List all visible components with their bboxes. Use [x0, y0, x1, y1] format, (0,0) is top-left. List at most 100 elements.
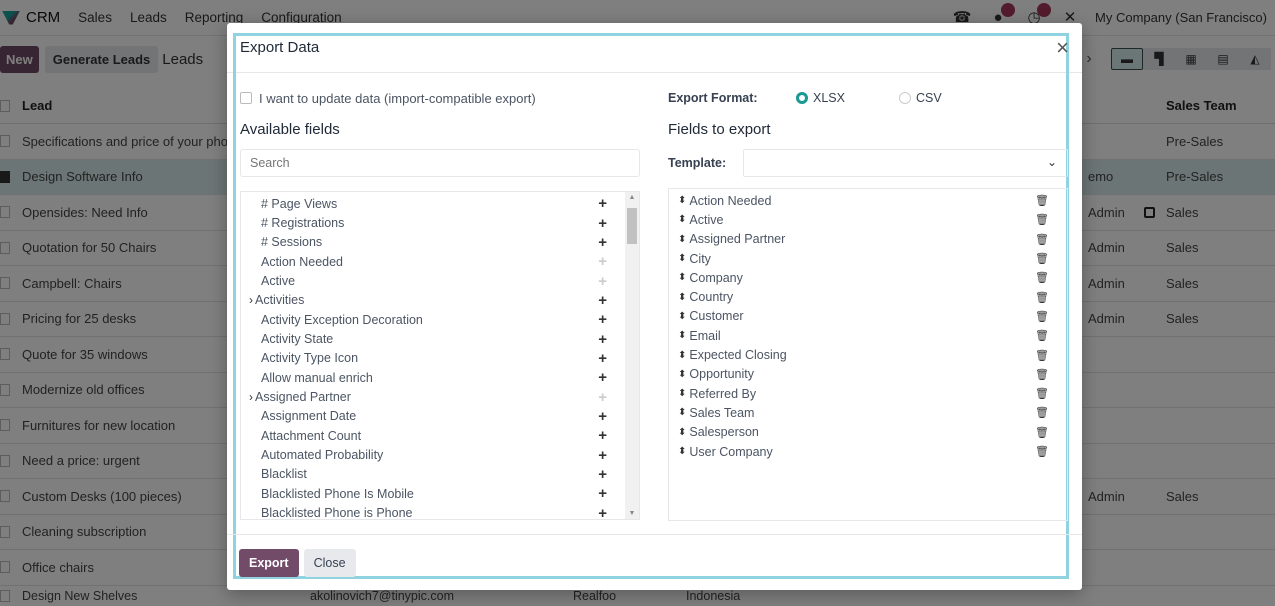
field-label: Activity State [261, 332, 334, 347]
scrollbar[interactable]: ▲ ▼ [625, 192, 639, 519]
drag-handle-icon[interactable]: ⬍ [678, 427, 686, 438]
available-field-item[interactable]: Active + [241, 271, 625, 290]
trash-icon[interactable]: 🗑 [1035, 406, 1049, 419]
trash-icon[interactable]: 🗑 [1035, 213, 1049, 226]
drag-handle-icon[interactable]: ⬍ [678, 350, 686, 361]
add-field-icon[interactable]: + [598, 485, 607, 502]
add-field-icon[interactable]: + [598, 292, 607, 309]
trash-icon[interactable]: 🗑 [1035, 329, 1049, 342]
export-field-item[interactable]: ⬍ Active 🗑 [669, 210, 1067, 229]
available-field-item[interactable]: Assignment Date + [241, 407, 625, 426]
add-field-icon[interactable]: + [598, 215, 607, 232]
export-field-item[interactable]: ⬍ Email 🗑 [669, 326, 1067, 345]
trash-icon[interactable]: 🗑 [1035, 445, 1049, 458]
available-field-item[interactable]: Action Needed + [241, 252, 625, 271]
available-field-item[interactable]: # Registrations + [241, 213, 625, 232]
available-field-item[interactable]: Attachment Count + [241, 426, 625, 445]
scroll-up-icon[interactable]: ▲ [625, 194, 639, 201]
add-field-icon[interactable]: + [598, 427, 607, 444]
add-field-icon[interactable]: + [598, 447, 607, 464]
dialog-title: Export Data [240, 39, 320, 56]
drag-handle-icon[interactable]: ⬍ [678, 311, 686, 322]
available-field-item[interactable]: Blacklisted Phone Is Mobile + [241, 484, 625, 503]
export-field-item[interactable]: ⬍ Customer 🗑 [669, 307, 1067, 326]
drag-handle-icon[interactable]: ⬍ [678, 330, 686, 341]
template-select[interactable]: ⌄ [743, 149, 1068, 177]
available-field-item[interactable]: › Activities + [241, 291, 625, 310]
export-field-item[interactable]: ⬍ Country 🗑 [669, 287, 1067, 306]
drag-handle-icon[interactable]: ⬍ [678, 388, 686, 399]
field-search-input[interactable] [240, 149, 640, 177]
import-compatible-option[interactable]: I want to update data (import-compatible… [240, 83, 640, 113]
available-field-item[interactable]: Blacklisted Phone is Phone + [241, 504, 625, 519]
trash-icon[interactable]: 🗑 [1035, 426, 1049, 439]
radio-selected-icon[interactable] [796, 92, 808, 104]
drag-handle-icon[interactable]: ⬍ [678, 195, 686, 206]
available-field-item[interactable]: # Sessions + [241, 233, 625, 252]
trash-icon[interactable]: 🗑 [1035, 291, 1049, 304]
export-field-item[interactable]: ⬍ Opportunity 🗑 [669, 365, 1067, 384]
available-field-item[interactable]: Activity State + [241, 329, 625, 348]
trash-icon[interactable]: 🗑 [1035, 310, 1049, 323]
trash-icon[interactable]: 🗑 [1035, 349, 1049, 362]
export-field-item[interactable]: ⬍ City 🗑 [669, 249, 1067, 268]
add-field-icon[interactable]: + [598, 234, 607, 251]
available-field-item[interactable]: Automated Probability + [241, 445, 625, 464]
field-label: Activity Exception Decoration [261, 312, 423, 327]
chevron-right-icon[interactable]: › [249, 390, 253, 404]
add-field-icon: + [598, 253, 607, 271]
export-field-item[interactable]: ⬍ User Company 🗑 [669, 442, 1067, 461]
add-field-icon[interactable]: + [598, 311, 607, 328]
format-xlsx-radio[interactable]: XLSX [796, 91, 845, 105]
available-field-item[interactable]: Activity Type Icon + [241, 349, 625, 368]
chevron-right-icon[interactable]: › [249, 293, 253, 307]
available-field-item[interactable]: Activity Exception Decoration + [241, 310, 625, 329]
drag-handle-icon[interactable]: ⬍ [678, 214, 686, 225]
close-icon[interactable]: × [1056, 37, 1069, 59]
add-field-icon[interactable]: + [598, 369, 607, 386]
scroll-down-icon[interactable]: ▼ [625, 510, 639, 517]
export-field-item[interactable]: ⬍ Expected Closing 🗑 [669, 345, 1067, 364]
field-label: City [689, 251, 711, 266]
field-label: Company [689, 270, 743, 285]
add-field-icon[interactable]: + [598, 466, 607, 483]
available-field-item[interactable]: › Assigned Partner + [241, 387, 625, 406]
add-field-icon[interactable]: + [598, 350, 607, 367]
format-xlsx-label: XLSX [813, 91, 845, 105]
drag-handle-icon[interactable]: ⬍ [678, 446, 686, 457]
field-label: Active [689, 212, 724, 227]
export-field-item[interactable]: ⬍ Salesperson 🗑 [669, 423, 1067, 442]
export-field-item[interactable]: ⬍ Sales Team 🗑 [669, 403, 1067, 422]
drag-handle-icon[interactable]: ⬍ [678, 292, 686, 303]
drag-handle-icon[interactable]: ⬍ [678, 253, 686, 264]
close-button[interactable]: Close [303, 548, 356, 577]
scroll-thumb[interactable] [627, 208, 637, 244]
add-field-icon[interactable]: + [598, 195, 607, 212]
radio-unselected-icon[interactable] [898, 92, 911, 104]
trash-icon[interactable]: 🗑 [1035, 387, 1049, 400]
format-csv-radio[interactable]: CSV [898, 91, 942, 105]
import-compatible-checkbox[interactable] [240, 92, 252, 104]
trash-icon[interactable]: 🗑 [1035, 194, 1049, 207]
trash-icon[interactable]: 🗑 [1035, 368, 1049, 381]
add-field-icon[interactable]: + [598, 331, 607, 348]
add-field-icon[interactable]: + [598, 505, 607, 519]
add-field-icon[interactable]: + [598, 408, 607, 425]
drag-handle-icon[interactable]: ⬍ [678, 234, 686, 245]
export-button[interactable]: Export [239, 548, 299, 577]
available-field-item[interactable]: # Page Views + [241, 194, 625, 213]
available-field-item[interactable]: Allow manual enrich + [241, 368, 625, 387]
export-field-item[interactable]: ⬍ Company 🗑 [669, 268, 1067, 287]
export-field-item[interactable]: ⬍ Referred By 🗑 [669, 384, 1067, 403]
chevron-down-icon[interactable]: ⌄ [1047, 155, 1057, 169]
trash-icon[interactable]: 🗑 [1035, 252, 1049, 265]
export-field-item[interactable]: ⬍ Assigned Partner 🗑 [669, 230, 1067, 249]
drag-handle-icon[interactable]: ⬍ [678, 369, 686, 380]
drag-handle-icon[interactable]: ⬍ [678, 272, 686, 283]
template-label: Template: [668, 156, 727, 170]
export-field-item[interactable]: ⬍ Action Needed 🗑 [669, 191, 1067, 210]
trash-icon[interactable]: 🗑 [1035, 271, 1049, 284]
available-field-item[interactable]: Blacklist + [241, 465, 625, 484]
drag-handle-icon[interactable]: ⬍ [678, 407, 686, 418]
trash-icon[interactable]: 🗑 [1035, 233, 1049, 246]
